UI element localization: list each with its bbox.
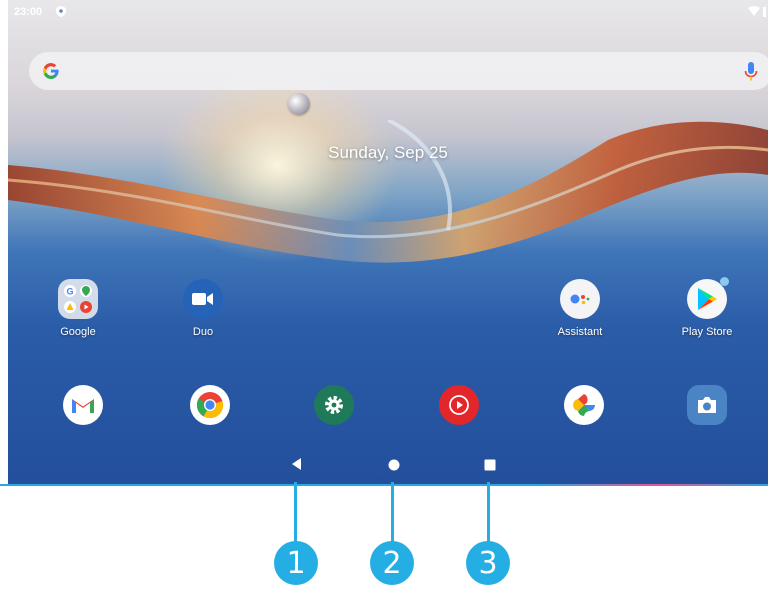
screen-edge-line (0, 484, 768, 486)
app-gmail[interactable] (43, 385, 123, 425)
battery-icon (763, 7, 766, 17)
home-screen: 23:00 Sunday, Sep 25 G Google Duo Assist… (8, 0, 768, 484)
app-assistant[interactable]: Assistant (540, 279, 620, 338)
app-play-store[interactable]: Play Store (667, 277, 747, 338)
app-chrome[interactable] (170, 385, 250, 425)
app-camera[interactable] (667, 385, 747, 425)
back-icon[interactable] (291, 458, 303, 470)
date-widget[interactable]: Sunday, Sep 25 (8, 143, 768, 163)
assistant-icon (560, 279, 600, 319)
app-duo[interactable]: Duo (163, 279, 243, 338)
recents-icon[interactable] (484, 459, 496, 471)
callout-line-3 (487, 482, 490, 542)
app-youtube-music[interactable] (419, 385, 499, 425)
status-time: 23:00 (14, 6, 43, 18)
app-label: Play Store (681, 326, 733, 338)
app-photos[interactable] (544, 385, 624, 425)
notification-dot (720, 277, 729, 286)
wifi-icon (748, 6, 766, 17)
play-store-icon (687, 277, 729, 319)
youtube-music-icon (439, 385, 479, 425)
callout-badge-2: 2 (370, 541, 414, 585)
app-settings[interactable] (294, 385, 374, 425)
callout-line-1 (294, 482, 297, 542)
mic-icon[interactable] (744, 62, 758, 82)
callout-line-2 (391, 482, 394, 542)
home-icon[interactable] (388, 459, 400, 471)
svg-text:G: G (66, 287, 73, 297)
app-label: Google (60, 326, 96, 338)
callout-badge-3: 3 (466, 541, 510, 585)
app-label: Assistant (557, 326, 603, 338)
gmail-icon (63, 385, 103, 425)
google-folder-icon: G (58, 279, 98, 319)
google-g-icon (43, 63, 59, 79)
shield-icon (56, 6, 66, 17)
app-label: Duo (192, 326, 214, 338)
settings-icon (314, 385, 354, 425)
photos-icon (564, 385, 604, 425)
app-google-folder[interactable]: G Google (38, 279, 118, 338)
search-bar[interactable] (29, 52, 768, 90)
wallpaper-bubble (288, 93, 310, 115)
camera-icon (687, 385, 727, 425)
callout-badge-1: 1 (274, 541, 318, 585)
chrome-icon (190, 385, 230, 425)
duo-icon (183, 279, 223, 319)
